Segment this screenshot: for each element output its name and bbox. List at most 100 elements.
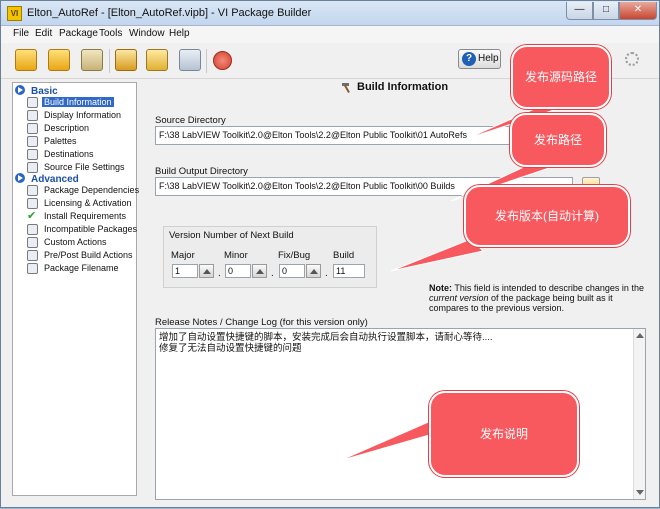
callout-version: 发布版本(自动计算) bbox=[464, 185, 630, 247]
save-package-icon[interactable] bbox=[81, 49, 103, 71]
major-group: 1 . bbox=[172, 250, 232, 280]
description-icon bbox=[27, 123, 38, 134]
sidebar-item-destinations[interactable]: Destinations bbox=[27, 149, 135, 161]
package-dependencies-icon bbox=[27, 185, 38, 196]
minor-stepper[interactable] bbox=[252, 264, 267, 278]
sidebar-item-label: Package Filename bbox=[44, 263, 119, 273]
incompatible-packages-icon bbox=[27, 224, 38, 235]
help-label: Help bbox=[478, 53, 499, 64]
open-package-icon[interactable] bbox=[48, 49, 70, 71]
publish-icon[interactable] bbox=[179, 49, 201, 71]
version-separator: . bbox=[218, 268, 221, 279]
sidebar-item-label: Licensing & Activation bbox=[44, 198, 132, 208]
sidebar-item-build-information[interactable]: Build Information bbox=[27, 97, 135, 109]
sidebar-item-label: Source File Settings bbox=[44, 162, 125, 172]
sidebar-item-palettes[interactable]: Palettes bbox=[27, 136, 135, 148]
hammer-icon bbox=[342, 83, 350, 93]
sidebar-item-label: Display Information bbox=[44, 110, 122, 120]
vi-app-icon: VI bbox=[7, 6, 22, 21]
source-file-settings-icon bbox=[27, 162, 38, 173]
sidebar-item-label: Install Requirements bbox=[44, 211, 127, 221]
scroll-down-icon[interactable] bbox=[636, 490, 644, 495]
sidebar-item-package-filename[interactable]: Package Filename bbox=[27, 263, 135, 275]
toolbar-separator bbox=[206, 49, 207, 73]
custom-actions-icon bbox=[27, 237, 38, 248]
maximize-button[interactable]: □ bbox=[593, 2, 619, 20]
note-text-1: This field is intended to describe chang… bbox=[452, 283, 644, 293]
sidebar-item-install-requirements[interactable]: ✔ Install Requirements bbox=[27, 211, 135, 223]
source-directory-label: Source Directory bbox=[155, 115, 226, 126]
sidebar-item-incompatible-packages[interactable]: Incompatible Packages bbox=[27, 224, 137, 236]
minor-input[interactable]: 0 bbox=[225, 264, 251, 278]
menu-package[interactable]: Package bbox=[59, 28, 98, 39]
close-button[interactable]: ✕ bbox=[619, 2, 657, 20]
sidebar-item-custom-actions[interactable]: Custom Actions bbox=[27, 237, 135, 249]
build-info-icon bbox=[27, 97, 38, 108]
sidebar-item-label: Description bbox=[44, 123, 90, 133]
help-icon: ? bbox=[462, 52, 476, 66]
menu-help[interactable]: Help bbox=[169, 28, 190, 39]
version-title: Version Number of Next Build bbox=[169, 230, 294, 241]
expand-arrow-icon bbox=[15, 85, 27, 95]
sidebar-item-pre-post-build-actions[interactable]: Pre/Post Build Actions bbox=[27, 250, 135, 262]
sidebar-item-label: Pre/Post Build Actions bbox=[44, 250, 133, 260]
sidebar-item-label: Build Information bbox=[42, 97, 114, 107]
checkmark-icon: ✔ bbox=[27, 210, 37, 222]
expand-arrow-icon bbox=[15, 173, 27, 183]
build-icon[interactable] bbox=[115, 49, 137, 71]
callout-release-notes: 发布说明 bbox=[429, 391, 579, 477]
release-note-line: 增加了自动设置快捷键的脚本，安装完成后会自动执行设置脚本，请耐心等待.... bbox=[159, 332, 493, 343]
scroll-up-icon[interactable] bbox=[636, 333, 644, 338]
package-filename-icon bbox=[27, 263, 38, 274]
note-italic: current version bbox=[429, 293, 489, 303]
sidebar: Basic Build Information Display Informat… bbox=[12, 82, 139, 496]
sidebar-item-package-dependencies[interactable]: Package Dependencies bbox=[27, 185, 139, 197]
app-window: VI Elton_AutoRef - [Elton_AutoRef.vipb] … bbox=[0, 0, 660, 508]
fix-bug-group: 0 . bbox=[279, 250, 339, 280]
sidebar-item-display-information[interactable]: Display Information bbox=[27, 110, 135, 122]
version-group: Version Number of Next Build Major 1 . M… bbox=[163, 226, 377, 288]
title-bar[interactable]: VI Elton_AutoRef - [Elton_AutoRef.vipb] … bbox=[1, 1, 659, 26]
build-actions-icon bbox=[27, 250, 38, 261]
build-label: Build bbox=[333, 250, 355, 261]
release-note-line: 修复了无法自动设置快捷键的问题 bbox=[159, 343, 302, 354]
major-stepper[interactable] bbox=[199, 264, 214, 278]
menu-edit[interactable]: Edit bbox=[35, 28, 52, 39]
callout-output-path: 发布路径 bbox=[510, 113, 606, 167]
minimize-button[interactable]: — bbox=[566, 2, 593, 20]
sidebar-item-label: Incompatible Packages bbox=[44, 224, 138, 234]
menu-bar: File Edit Package Tools Window Help bbox=[1, 26, 659, 43]
sidebar-item-description[interactable]: Description bbox=[27, 123, 135, 135]
note-bold: Note: bbox=[429, 283, 452, 293]
major-input[interactable]: 1 bbox=[172, 264, 198, 278]
busy-spinner-icon bbox=[625, 52, 639, 66]
version-separator: . bbox=[325, 268, 328, 279]
vertical-scrollbar[interactable] bbox=[633, 329, 645, 499]
display-info-icon bbox=[27, 110, 38, 121]
new-package-icon[interactable] bbox=[15, 49, 37, 71]
sidebar-item-label: Destinations bbox=[44, 149, 94, 159]
sidebar-item-label: Package Dependencies bbox=[44, 185, 140, 195]
sidebar-heading-label: Advanced bbox=[31, 174, 79, 185]
sidebar-item-label: Palettes bbox=[44, 136, 77, 146]
toolbar-separator bbox=[109, 49, 110, 73]
sidebar-heading-advanced[interactable]: Advanced bbox=[15, 173, 79, 185]
sidebar-item-licensing-activation[interactable]: Licensing & Activation bbox=[27, 198, 135, 210]
menu-window[interactable]: Window bbox=[129, 28, 165, 39]
test-icon[interactable] bbox=[146, 49, 168, 71]
sidebar-heading-label: Basic bbox=[31, 86, 58, 97]
palettes-icon bbox=[27, 136, 38, 147]
build-input[interactable]: 11 bbox=[333, 264, 365, 278]
fix-bug-stepper[interactable] bbox=[306, 264, 321, 278]
minor-group: 0 . bbox=[225, 250, 285, 280]
sidebar-heading-basic[interactable]: Basic bbox=[15, 85, 58, 97]
help-button[interactable]: ? Help bbox=[458, 49, 501, 69]
menu-tools[interactable]: Tools bbox=[99, 28, 122, 39]
page-title: Build Information bbox=[357, 81, 449, 93]
licensing-icon bbox=[27, 198, 38, 209]
fix-bug-input[interactable]: 0 bbox=[279, 264, 305, 278]
change-log-note: Note: This field is intended to describe… bbox=[429, 283, 651, 313]
stop-icon[interactable] bbox=[213, 51, 232, 70]
callout-source-path: 发布源码路径 bbox=[511, 45, 611, 109]
menu-file[interactable]: File bbox=[13, 28, 29, 39]
